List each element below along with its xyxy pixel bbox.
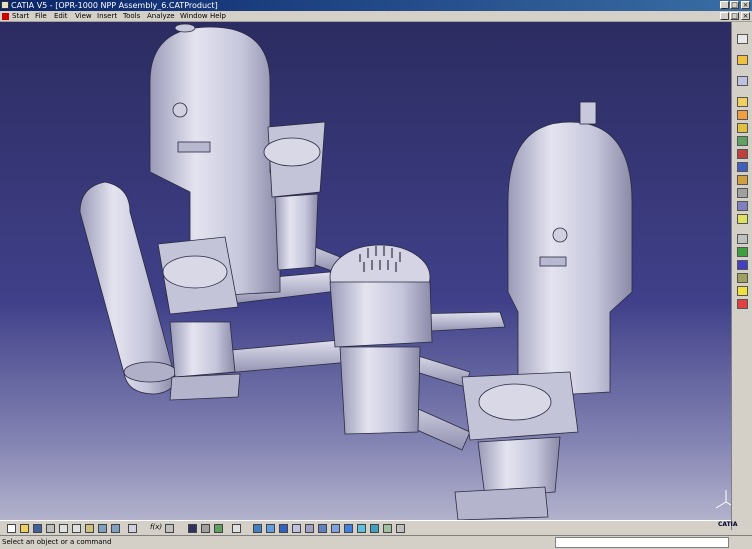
rcp-1-base: [169, 373, 241, 401]
sg1-nozzle: [174, 23, 196, 33]
rcp-3-base: [454, 486, 549, 521]
window-title: CATIA V5 - [OPR-1000 NPP Assembly_6.CATP…: [11, 1, 218, 10]
maximize-button[interactable]: □: [730, 1, 739, 9]
fly-mode-icon[interactable]: [214, 524, 223, 533]
redo-icon[interactable]: [111, 524, 120, 533]
reactor-vessel: [339, 346, 421, 435]
save-icon[interactable]: [33, 524, 42, 533]
title-bar: CATIA V5 - [OPR-1000 NPP Assembly_6.CATP…: [0, 0, 752, 11]
snap-icon[interactable]: [737, 273, 748, 283]
menu-insert[interactable]: Insert: [97, 11, 117, 22]
formula-button[interactable]: f(x): [150, 523, 162, 531]
close-button[interactable]: ×: [741, 1, 750, 9]
sg1-manway: [172, 102, 188, 118]
sg1-bracket: [177, 141, 211, 153]
knowledge-icon[interactable]: [165, 524, 174, 533]
new-product-icon[interactable]: [737, 110, 748, 120]
plant-assembly-model: [79, 23, 633, 521]
rotate-icon[interactable]: [266, 524, 275, 533]
3d-viewport[interactable]: [0, 22, 731, 530]
generate-numbering-icon[interactable]: [737, 175, 748, 185]
assembly-icon[interactable]: [737, 76, 748, 86]
hide-show-icon[interactable]: [344, 524, 353, 533]
paste-icon[interactable]: [85, 524, 94, 533]
status-bar: Select an object or a command: [0, 535, 752, 549]
pressurizer: [79, 181, 176, 395]
steam-generator-2: [507, 121, 633, 398]
doc-minimize-button[interactable]: _: [720, 12, 729, 20]
reconnect-icon[interactable]: [737, 299, 748, 309]
menu-tools[interactable]: Tools: [123, 11, 140, 22]
menu-file[interactable]: File: [35, 11, 47, 22]
zoom-in-icon[interactable]: [279, 524, 288, 533]
manage-representations-icon[interactable]: [737, 201, 748, 211]
normal-view-icon[interactable]: [305, 524, 314, 533]
menu-edit[interactable]: Edit: [54, 11, 68, 22]
smart-move-icon[interactable]: [737, 286, 748, 296]
catalog-browser-icon[interactable]: [188, 524, 197, 533]
explode-icon[interactable]: [737, 247, 748, 257]
defineidentity-icon[interactable]: [737, 234, 748, 244]
catia-logo-text: CATIA: [718, 521, 738, 528]
rcp-1-casing: [169, 321, 236, 378]
catia-compass-logo-icon[interactable]: [712, 486, 731, 514]
shading-icon[interactable]: [331, 524, 340, 533]
new-component-icon[interactable]: [737, 97, 748, 107]
rcp-3-flange: [478, 383, 552, 421]
status-message: Select an object or a command: [2, 538, 112, 546]
selective-load-icon[interactable]: [737, 188, 748, 198]
command-input[interactable]: [555, 537, 729, 548]
menu-view[interactable]: View: [75, 11, 92, 22]
bottom-toolbar: f(x): [0, 520, 731, 535]
menu-help[interactable]: Help: [210, 11, 226, 22]
zoom-out-icon[interactable]: [292, 524, 301, 533]
copy-icon[interactable]: [72, 524, 81, 533]
catia-app-icon[interactable]: [1, 1, 9, 9]
pan-icon[interactable]: [253, 524, 262, 533]
print-icon[interactable]: [46, 524, 55, 533]
reactor-upper-shell: [329, 281, 433, 348]
render-icon[interactable]: [370, 524, 379, 533]
sg2-top-nozzle: [579, 101, 597, 125]
menu-window[interactable]: Window: [180, 11, 208, 22]
new-part-icon[interactable]: [737, 123, 748, 133]
cut-icon[interactable]: [59, 524, 68, 533]
right-toolbar: [731, 22, 752, 530]
select-arrow-icon[interactable]: [737, 34, 748, 44]
existing-component-icon[interactable]: [737, 136, 748, 146]
menu-analyze[interactable]: Analyze: [147, 11, 175, 22]
iso-view-icon[interactable]: [318, 524, 327, 533]
rcp-2-flange: [263, 137, 321, 167]
scenes-icon[interactable]: [383, 524, 392, 533]
new-icon[interactable]: [7, 524, 16, 533]
menu-bar: Start File Edit View Insert Tools Analyz…: [0, 11, 752, 22]
rcp-3-casing: [477, 436, 561, 498]
graph-tree-icon[interactable]: [737, 162, 748, 172]
sg2-manway: [552, 227, 568, 243]
measure-icon[interactable]: [201, 524, 210, 533]
update-icon[interactable]: [396, 524, 405, 533]
rcp-1-flange: [162, 255, 228, 289]
open-icon[interactable]: [20, 524, 29, 533]
fit-all-icon[interactable]: [232, 524, 241, 533]
doc-restore-button[interactable]: □: [730, 12, 739, 20]
pressurizer-skirt: [123, 361, 177, 383]
doc-close-button[interactable]: ×: [741, 12, 750, 20]
fast-multi-instantiation-icon[interactable]: [737, 214, 748, 224]
rcp-2-casing: [274, 193, 319, 271]
sg2-bracket: [539, 256, 567, 267]
minimize-button[interactable]: _: [720, 1, 729, 9]
replace-component-icon[interactable]: [737, 149, 748, 159]
menu-start[interactable]: Start: [12, 11, 29, 22]
whats-this-icon[interactable]: [128, 524, 137, 533]
stop-manipulate-icon[interactable]: [737, 260, 748, 270]
undo-icon[interactable]: [98, 524, 107, 533]
catia-menu-logo-icon[interactable]: [2, 13, 9, 20]
sketcher-icon[interactable]: [737, 55, 748, 65]
swap-space-icon[interactable]: [357, 524, 366, 533]
